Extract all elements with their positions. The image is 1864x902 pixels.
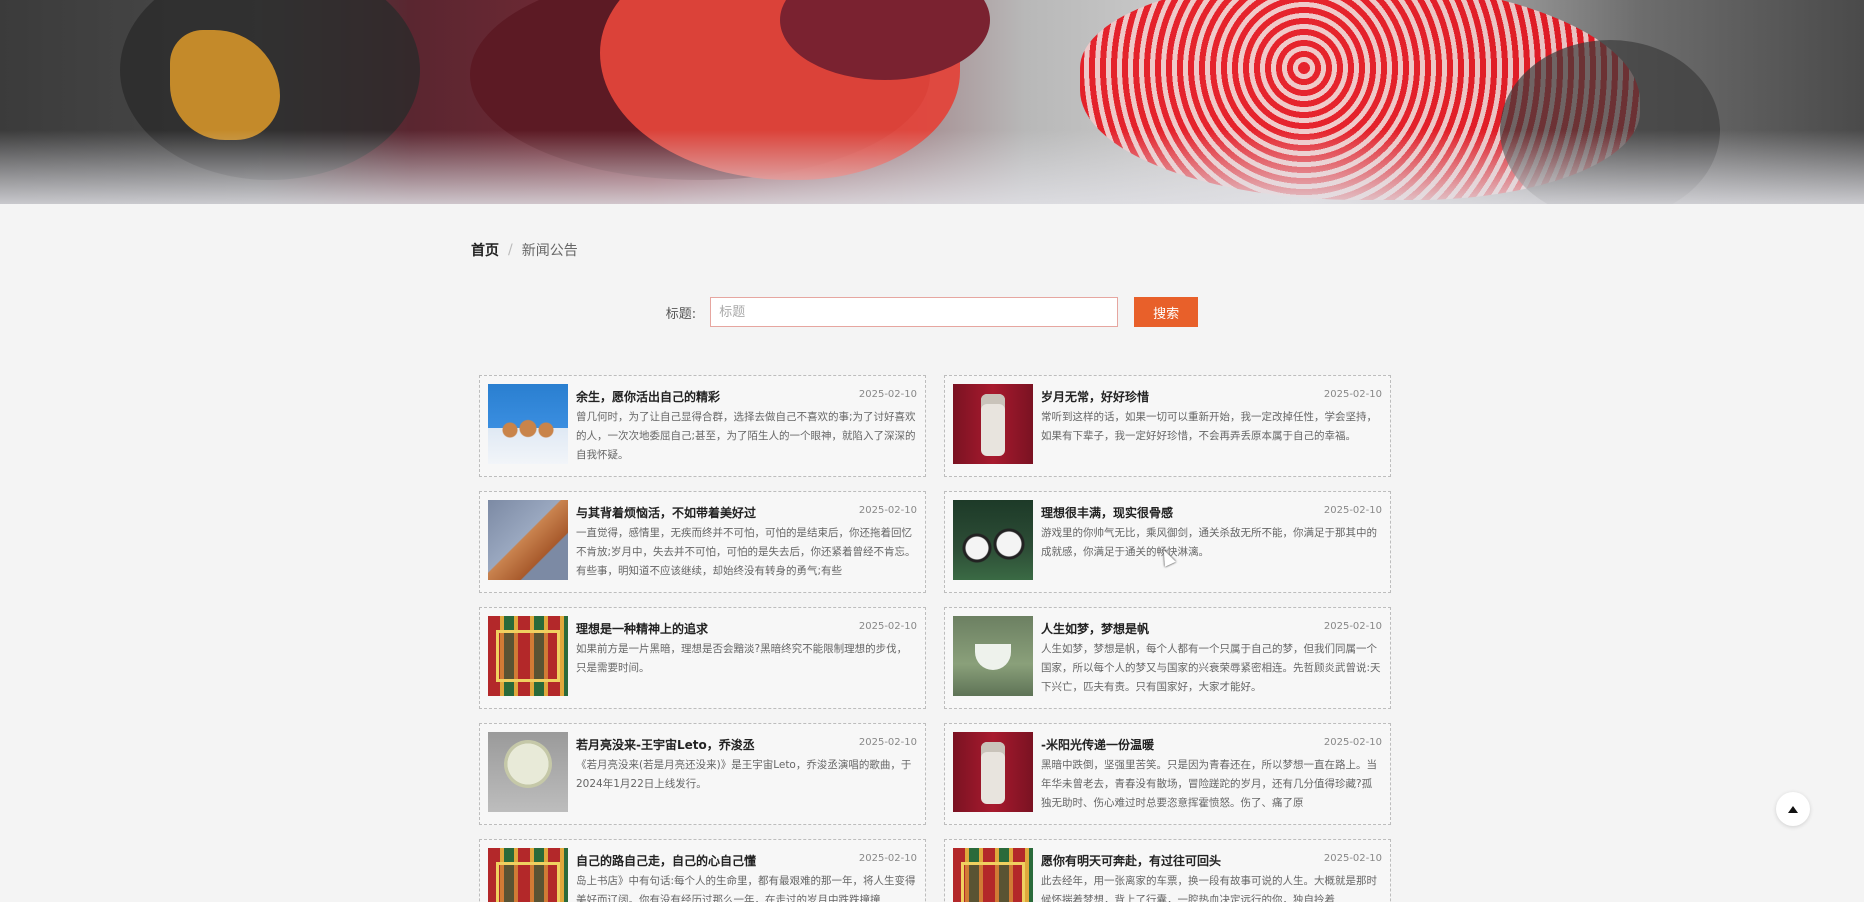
title-search-input[interactable]: [710, 297, 1119, 327]
news-date: 2025-02-10: [1323, 737, 1382, 748]
news-card[interactable]: 余生，愿你活出自己的精彩 2025-02-10 曾几何时，为了让自己显得合群，选择去…: [479, 375, 926, 477]
news-title[interactable]: -米阳光传递一份温暖: [1041, 736, 1154, 753]
search-bar: 标题: 搜索: [0, 297, 1864, 327]
news-thumbnail[interactable]: [953, 500, 1033, 580]
news-body: 余生，愿你活出自己的精彩 2025-02-10 曾几何时，为了让自己显得合群，选择去…: [576, 384, 917, 468]
news-title[interactable]: 若月亮没来-王宇宙Leto，乔浚丞: [576, 736, 755, 753]
news-card[interactable]: 自己的路自己走，自己的心自己懂 2025-02-10 岛上书店》中有句话:每个人的生…: [479, 839, 926, 902]
news-date: 2025-02-10: [858, 389, 917, 400]
news-title[interactable]: 与其背着烦恼活，不如带着美好过: [576, 504, 756, 521]
news-header: 岁月无常，好好珍惜 2025-02-10: [1041, 388, 1382, 405]
news-header: 理想是一种精神上的追求 2025-02-10: [576, 620, 917, 637]
news-thumbnail[interactable]: [953, 732, 1033, 812]
news-card[interactable]: -米阳光传递一份温暖 2025-02-10 黑暗中跌倒，坚强里苦笑。只是因为青春还在…: [944, 723, 1391, 825]
news-card[interactable]: 与其背着烦恼活，不如带着美好过 2025-02-10 一直觉得，感情里，无疾而终并不…: [479, 491, 926, 593]
news-title[interactable]: 人生如梦，梦想是帆: [1041, 620, 1149, 637]
news-summary: 黑暗中跌倒，坚强里苦笑。只是因为青春还在，所以梦想一直在路上。当年华未曾老去，青…: [1041, 759, 1377, 809]
news-title[interactable]: 余生，愿你活出自己的精彩: [576, 388, 720, 405]
news-thumbnail[interactable]: [953, 384, 1033, 464]
back-to-top-button[interactable]: [1776, 792, 1810, 826]
breadcrumb: 首页 / 新闻公告: [471, 240, 578, 260]
news-card[interactable]: 理想是一种精神上的追求 2025-02-10 如果前方是一片黑暗，理想是否会黯淡?黑…: [479, 607, 926, 709]
hero-banner: [0, 0, 1864, 204]
news-title[interactable]: 理想是一种精神上的追求: [576, 620, 708, 637]
news-thumbnail[interactable]: [953, 848, 1033, 902]
news-date: 2025-02-10: [858, 621, 917, 632]
news-card[interactable]: 愿你有明天可奔赴，有过往可回头 2025-02-10 此去经年，用一张离家的车票，换…: [944, 839, 1391, 902]
news-card[interactable]: 岁月无常，好好珍惜 2025-02-10 常听到这样的话，如果一切可以重新开始，我一…: [944, 375, 1391, 477]
news-header: 理想很丰满，现实很骨感 2025-02-10: [1041, 504, 1382, 521]
news-date: 2025-02-10: [1323, 505, 1382, 516]
banner-floor: [0, 130, 1864, 204]
news-summary: 岛上书店》中有句话:每个人的生命里，都有最艰难的那一年，将人生变得美好而辽阔。你…: [576, 875, 916, 902]
news-body: 若月亮没来-王宇宙Leto，乔浚丞 2025-02-10 《若月亮没来(若是月亮还没…: [576, 732, 917, 816]
breadcrumb-home[interactable]: 首页: [471, 240, 499, 260]
news-title[interactable]: 自己的路自己走，自己的心自己懂: [576, 852, 756, 869]
news-summary: 如果前方是一片黑暗，理想是否会黯淡?黑暗终究不能限制理想的步伐，只是需要时间。: [576, 643, 908, 674]
news-summary: 游戏里的你帅气无比，乘风御剑，通关杀敌无所不能，你满足于那其中的成就感，你满足于…: [1041, 527, 1377, 558]
news-header: 若月亮没来-王宇宙Leto，乔浚丞 2025-02-10: [576, 736, 917, 753]
news-summary: 一直觉得，感情里，无疾而终并不可怕，可怕的是结束后，你还拖着回忆不肯放;岁月中，…: [576, 527, 916, 577]
search-button[interactable]: 搜索: [1134, 297, 1199, 327]
news-header: 自己的路自己走，自己的心自己懂 2025-02-10: [576, 852, 917, 869]
news-date: 2025-02-10: [1323, 853, 1382, 864]
news-body: 岁月无常，好好珍惜 2025-02-10 常听到这样的话，如果一切可以重新开始，我一…: [1041, 384, 1382, 468]
news-thumbnail[interactable]: [488, 384, 568, 464]
breadcrumb-current: 新闻公告: [521, 243, 578, 259]
news-header: 人生如梦，梦想是帆 2025-02-10: [1041, 620, 1382, 637]
news-summary: 人生如梦，梦想是帆，每个人都有一个只属于自己的梦，但我们同属一个国家，所以每个人…: [1041, 643, 1381, 693]
news-title[interactable]: 岁月无常，好好珍惜: [1041, 388, 1149, 405]
news-body: 自己的路自己走，自己的心自己懂 2025-02-10 岛上书店》中有句话:每个人的生…: [576, 848, 917, 902]
news-thumbnail[interactable]: [488, 500, 568, 580]
news-date: 2025-02-10: [858, 505, 917, 516]
news-card[interactable]: 理想很丰满，现实很骨感 2025-02-10 游戏里的你帅气无比，乘风御剑，通关杀敌…: [944, 491, 1391, 593]
news-date: 2025-02-10: [858, 853, 917, 864]
news-body: 人生如梦，梦想是帆 2025-02-10 人生如梦，梦想是帆，每个人都有一个只属于自…: [1041, 616, 1382, 700]
news-body: -米阳光传递一份温暖 2025-02-10 黑暗中跌倒，坚强里苦笑。只是因为青春还在…: [1041, 732, 1382, 816]
news-date: 2025-02-10: [858, 737, 917, 748]
news-date: 2025-02-10: [1323, 621, 1382, 632]
news-body: 理想是一种精神上的追求 2025-02-10 如果前方是一片黑暗，理想是否会黯淡?黑…: [576, 616, 917, 700]
search-label: 标题:: [665, 306, 697, 322]
news-thumbnail[interactable]: [953, 616, 1033, 696]
news-summary: 此去经年，用一张离家的车票，换一段有故事可说的人生。大概就是那时候怀揣着梦想，背…: [1041, 875, 1377, 902]
news-header: 愿你有明天可奔赴，有过往可回头 2025-02-10: [1041, 852, 1382, 869]
news-card[interactable]: 若月亮没来-王宇宙Leto，乔浚丞 2025-02-10 《若月亮没来(若是月亮还没…: [479, 723, 926, 825]
news-summary: 《若月亮没来(若是月亮还没来)》是王宇宙Leto，乔浚丞演唱的歌曲，于2024年…: [576, 759, 912, 790]
news-thumbnail[interactable]: [488, 848, 568, 902]
news-title[interactable]: 理想很丰满，现实很骨感: [1041, 504, 1173, 521]
news-thumbnail[interactable]: [488, 616, 568, 696]
breadcrumb-separator: /: [508, 242, 513, 258]
news-title[interactable]: 愿你有明天可奔赴，有过往可回头: [1041, 852, 1221, 869]
news-header: 与其背着烦恼活，不如带着美好过 2025-02-10: [576, 504, 917, 521]
news-body: 与其背着烦恼活，不如带着美好过 2025-02-10 一直觉得，感情里，无疾而终并不…: [576, 500, 917, 584]
arrow-up-icon: [1788, 805, 1798, 813]
news-date: 2025-02-10: [1323, 389, 1382, 400]
news-list: 余生，愿你活出自己的精彩 2025-02-10 曾几何时，为了让自己显得合群，选择去…: [479, 375, 1391, 902]
news-body: 愿你有明天可奔赴，有过往可回头 2025-02-10 此去经年，用一张离家的车票，换…: [1041, 848, 1382, 902]
news-body: 理想很丰满，现实很骨感 2025-02-10 游戏里的你帅气无比，乘风御剑，通关杀敌…: [1041, 500, 1382, 584]
news-thumbnail[interactable]: [488, 732, 568, 812]
news-header: -米阳光传递一份温暖 2025-02-10: [1041, 736, 1382, 753]
news-card[interactable]: 人生如梦，梦想是帆 2025-02-10 人生如梦，梦想是帆，每个人都有一个只属于自…: [944, 607, 1391, 709]
news-summary: 曾几何时，为了让自己显得合群，选择去做自己不喜欢的事;为了讨好喜欢的人，一次次地…: [576, 411, 916, 461]
news-summary: 常听到这样的话，如果一切可以重新开始，我一定改掉任性，学会坚持，如果有下辈子，我…: [1041, 411, 1377, 442]
news-header: 余生，愿你活出自己的精彩 2025-02-10: [576, 388, 917, 405]
